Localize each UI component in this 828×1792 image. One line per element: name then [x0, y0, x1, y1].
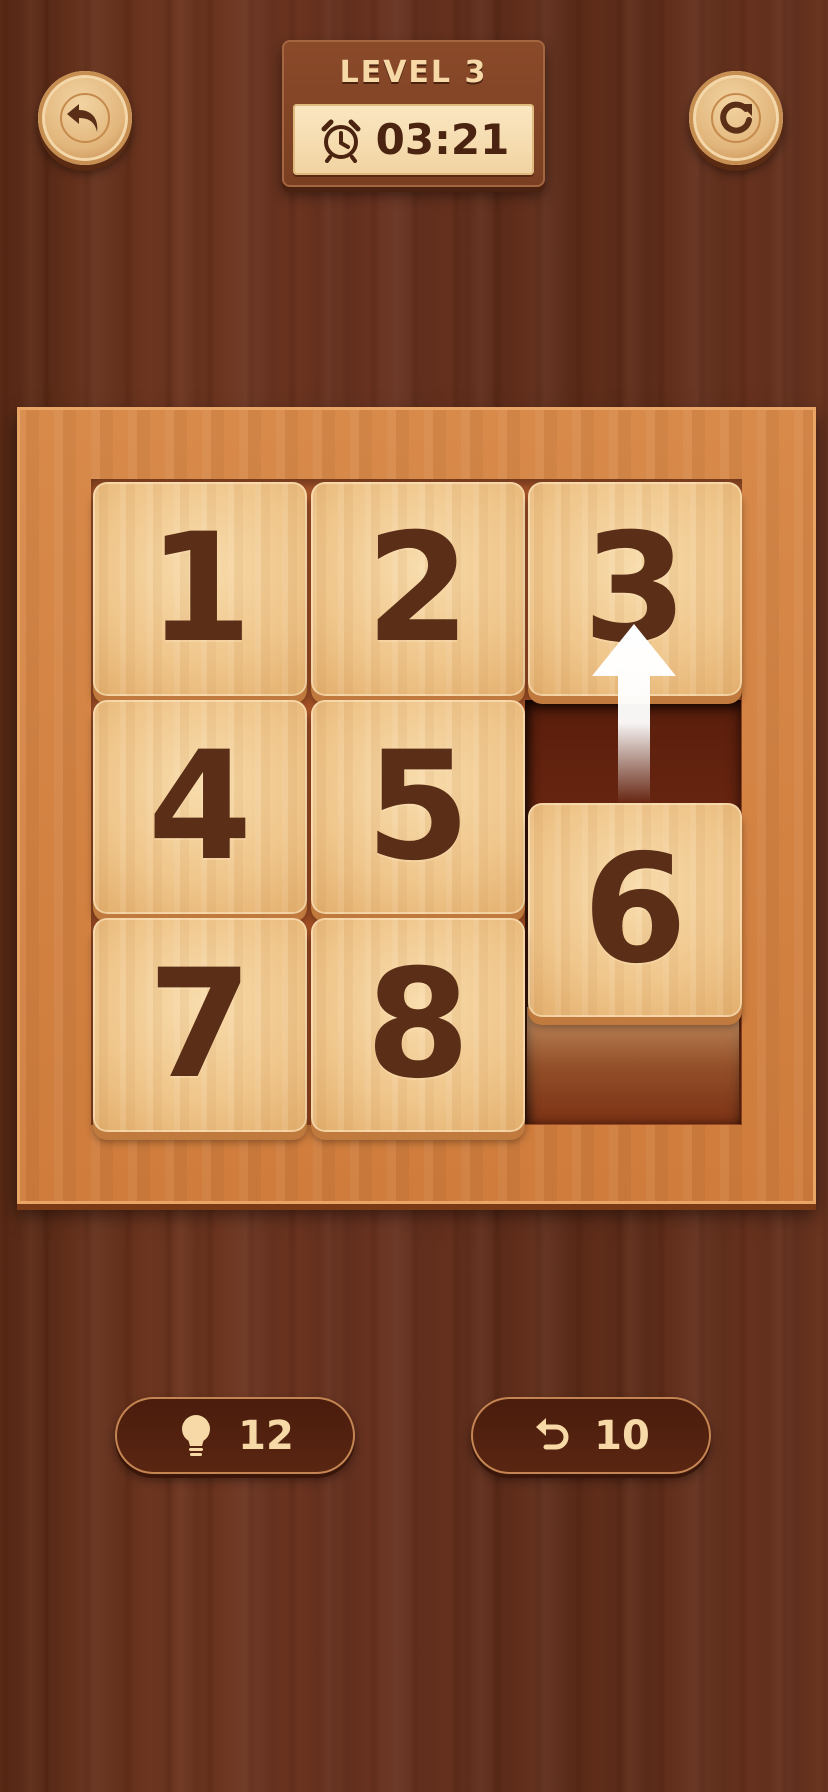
- tile-number: 5: [365, 720, 471, 894]
- tile-number: 1: [147, 502, 253, 676]
- tile-number: 6: [582, 823, 688, 997]
- tile-8[interactable]: 8: [311, 918, 525, 1132]
- tile-motion-trail: [527, 1007, 739, 1127]
- tile-4[interactable]: 4: [93, 700, 307, 914]
- hint-arrow-up-icon: [592, 624, 676, 804]
- tile-number: 8: [365, 938, 471, 1112]
- timer: 03:21: [293, 104, 534, 175]
- timer-value: 03:21: [375, 115, 510, 164]
- undo-count: 10: [594, 1412, 650, 1459]
- restart-button[interactable]: [689, 71, 783, 165]
- back-button[interactable]: [38, 71, 132, 165]
- tile-7[interactable]: 7: [93, 918, 307, 1132]
- tile-number: 4: [147, 720, 253, 894]
- tile-number: 2: [365, 502, 471, 676]
- level-panel: LEVEL 3 03:21: [282, 40, 545, 187]
- tile-6[interactable]: 6: [528, 803, 742, 1017]
- hint-count: 12: [238, 1412, 294, 1459]
- alarm-clock-icon: [321, 119, 361, 163]
- tile-5[interactable]: 5: [311, 700, 525, 914]
- restart-icon: [711, 93, 761, 143]
- tile-2[interactable]: 2: [311, 482, 525, 696]
- tile-number: 7: [147, 938, 253, 1112]
- undo-button[interactable]: 10: [471, 1397, 711, 1474]
- puzzle-board: 1 2 3 4 5 6 7 8: [17, 407, 816, 1204]
- back-arrow-icon: [60, 93, 110, 143]
- tile-1[interactable]: 1: [93, 482, 307, 696]
- hint-button[interactable]: 12: [115, 1397, 355, 1474]
- undo-arrow-icon: [536, 1417, 569, 1449]
- level-label: LEVEL 3: [339, 55, 488, 90]
- lightbulb-icon: [182, 1414, 211, 1456]
